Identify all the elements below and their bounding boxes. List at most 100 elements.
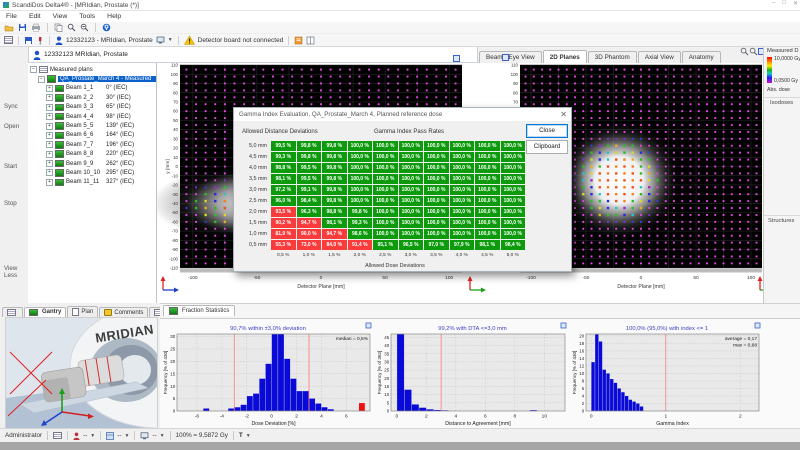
tree-beam-row[interactable]: + Beam 9_9 262° (IEC): [28, 159, 156, 168]
beam-angle: 65° (IEC): [106, 104, 131, 111]
expand-icon[interactable]: +: [46, 178, 53, 186]
pushpin-icon[interactable]: [36, 36, 44, 45]
collapse-icon[interactable]: −: [38, 75, 45, 83]
tree-beam-row[interactable]: + Beam 7_7 196° (IEC): [28, 140, 156, 149]
copy-icon[interactable]: [54, 23, 63, 32]
svg-text:Distance to Agreement [mm]: Distance to Agreement [mm]: [445, 421, 511, 427]
maximize-chart-icon[interactable]: [754, 322, 761, 329]
print-icon[interactable]: [31, 23, 41, 32]
tab-beam-s-eye-view[interactable]: Beam's Eye View: [479, 51, 542, 63]
orientation-axes-icon: [467, 276, 486, 293]
menu-file[interactable]: File: [0, 13, 23, 20]
open-folder-icon[interactable]: [4, 23, 14, 32]
tab-2d-planes[interactable]: 2D Planes: [542, 50, 587, 63]
tree-beam-row[interactable]: + Beam 4_4 98° (IEC): [28, 112, 156, 121]
chevron-down-icon[interactable]: ▼: [124, 433, 129, 439]
tree-beam-row[interactable]: + Beam 8_8 220° (IEC): [28, 150, 156, 159]
maximize-right-plot-icon[interactable]: [502, 54, 509, 61]
pass-rate-cell: 100,0 %: [373, 163, 398, 173]
expand-icon[interactable]: +: [46, 84, 53, 92]
expand-icon[interactable]: +: [46, 160, 53, 168]
maximize-chart-icon[interactable]: [365, 322, 372, 329]
dose-dev-label: 3,0 %: [404, 253, 417, 258]
collapse-icon[interactable]: −: [30, 66, 37, 74]
tree-beam-row[interactable]: + Beam 10_10 295° (IEC): [28, 168, 156, 177]
save-icon[interactable]: [18, 23, 27, 32]
text-tool-icon[interactable]: T: [239, 432, 243, 439]
menu-tools[interactable]: Tools: [73, 13, 101, 20]
layout-grid-icon[interactable]: [4, 36, 13, 44]
zoom-in-icon[interactable]: [67, 23, 76, 32]
tree-beam-row[interactable]: + Beam 2_2 30° (IEC): [28, 93, 156, 102]
chevron-down-icon[interactable]: ▼: [90, 433, 95, 439]
tab-anatomy[interactable]: Anatomy: [681, 51, 721, 63]
pass-rate-cell: 100,0 %: [373, 141, 398, 151]
chevron-down-icon[interactable]: ▼: [160, 433, 165, 439]
expand-icon[interactable]: +: [46, 150, 53, 158]
tab-3d-phantom[interactable]: 3D Phantom: [587, 51, 637, 63]
collapsed-tab[interactable]: [2, 306, 23, 317]
monitor-icon[interactable]: [156, 36, 165, 44]
zoom-out-icon[interactable]: [80, 23, 89, 32]
distance-label: 4,5 mm: [249, 154, 267, 160]
pass-rate-cell: 100,0 %: [398, 207, 423, 217]
svg-text:100: 100: [747, 275, 755, 281]
expand-icon[interactable]: +: [46, 113, 53, 121]
tree-beam-row[interactable]: + Beam 1_1 0° (IEC): [28, 84, 156, 93]
svg-text:40: 40: [384, 343, 389, 348]
pass-rate-cell: 99,5 %: [271, 141, 296, 151]
dialog-title-bar[interactable]: Gamma Index Evaluation, QA_Prostate_Marc…: [234, 108, 571, 121]
chevron-down-icon[interactable]: ▼: [246, 433, 251, 439]
pass-rate-cell: 99,1 %: [296, 185, 321, 195]
window-panels-icon[interactable]: [306, 36, 315, 45]
save-blue-icon[interactable]: [24, 36, 33, 45]
menu-edit[interactable]: Edit: [23, 13, 47, 20]
action-stop[interactable]: Stop: [4, 200, 28, 207]
pass-rate-cell: 100,0 %: [500, 152, 525, 162]
tree-beam-row[interactable]: + Beam 5_5 139° (IEC): [28, 121, 156, 130]
pass-rate-cell: 99,3 %: [347, 218, 372, 228]
menu-help[interactable]: Help: [101, 13, 127, 20]
notebook-icon[interactable]: [294, 36, 303, 45]
clipboard-button[interactable]: Clipboard: [526, 140, 568, 154]
action-sync[interactable]: Sync: [4, 103, 28, 110]
tab-axial-view[interactable]: Axial View: [637, 51, 681, 63]
expand-icon[interactable]: +: [46, 103, 53, 111]
action-view-less[interactable]: View Less: [4, 265, 28, 279]
maximize-chart-icon[interactable]: [560, 322, 567, 329]
tab-fraction-statistics[interactable]: Fraction Statistics: [163, 305, 236, 316]
maximize-left-plot-icon[interactable]: [453, 55, 460, 62]
zoom-in-icon[interactable]: [740, 47, 749, 56]
patient-selector[interactable]: 12332123 - MRIdian, Prostate: [66, 37, 153, 44]
pass-rate-cell: 100,0 %: [424, 218, 449, 228]
window-controls[interactable]: – □ ✕: [772, 0, 798, 7]
chevron-down-icon[interactable]: ▼: [168, 37, 173, 43]
tree-beam-row[interactable]: + Beam 3_3 65° (IEC): [28, 103, 156, 112]
close-button[interactable]: Close: [526, 124, 568, 138]
expand-icon[interactable]: +: [46, 141, 53, 149]
layout-grid-icon[interactable]: [53, 431, 63, 440]
beam-angle: 30° (IEC): [106, 94, 131, 101]
action-open[interactable]: Open: [4, 123, 28, 130]
beam-name: Beam 1_1: [66, 85, 94, 92]
close-icon[interactable]: ✕: [560, 110, 567, 119]
beam-angle: 327° (IEC): [106, 179, 135, 186]
tab-gantry[interactable]: Gantry: [24, 306, 67, 317]
tree-plan-row[interactable]: − QA_Prostate_March 4 - Measured2019-03-1…: [28, 74, 156, 83]
pass-rate-cell: 100,0 %: [373, 174, 398, 184]
tree-beam-row[interactable]: + Beam 6_6 164° (IEC): [28, 131, 156, 140]
expand-icon[interactable]: +: [46, 131, 53, 139]
expand-icon[interactable]: +: [46, 169, 53, 177]
menu-view[interactable]: View: [47, 13, 74, 20]
gantry-3d-view[interactable]: MRIDIAN: [5, 317, 158, 429]
beam-icon: [55, 159, 64, 168]
tree-beam-row[interactable]: + Beam 11_11 327° (IEC): [28, 178, 156, 187]
expand-icon[interactable]: +: [46, 94, 53, 102]
tab-comments[interactable]: Comments: [99, 307, 149, 317]
help-icon[interactable]: [102, 23, 111, 32]
action-start[interactable]: Start: [4, 163, 28, 170]
tab-plan[interactable]: Plan: [67, 306, 99, 317]
expand-icon[interactable]: +: [46, 122, 53, 130]
zoom-out-icon[interactable]: [749, 47, 758, 56]
tree-root[interactable]: − Measured plans: [28, 65, 156, 74]
